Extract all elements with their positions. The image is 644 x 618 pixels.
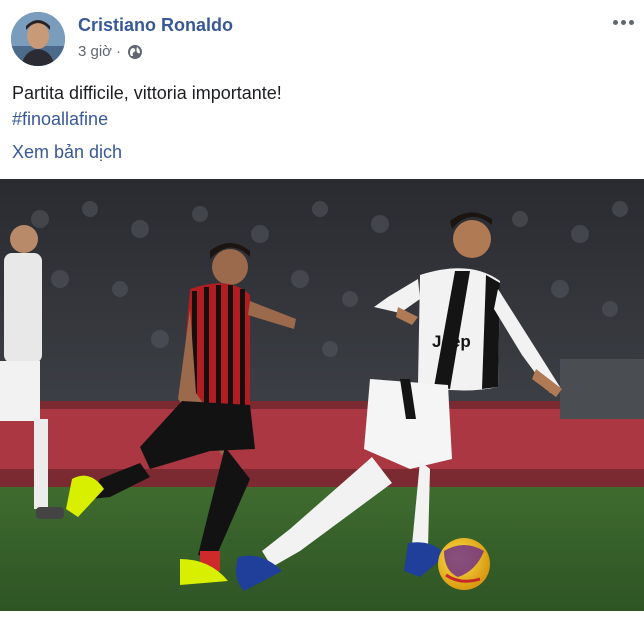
post-header: Cristiano Ronaldo 3 giờ · xyxy=(0,0,644,70)
football-match-photo-icon: Jeep xyxy=(0,179,644,611)
post-caption: Partita difficile, vittoria importante! … xyxy=(12,80,282,132)
see-translation-link[interactable]: Xem bản dịch xyxy=(12,142,122,163)
hashtag-link[interactable]: #finoallafine xyxy=(12,106,282,132)
post-meta: 3 giờ · xyxy=(78,43,143,60)
caption-text: Partita difficile, vittoria importante! xyxy=(12,83,282,103)
jersey-sponsor-text: Jeep xyxy=(432,332,471,351)
facebook-post: Cristiano Ronaldo 3 giờ · Partita diffic… xyxy=(0,0,644,618)
more-options-icon[interactable] xyxy=(610,12,636,32)
author-name[interactable]: Cristiano Ronaldo xyxy=(78,15,233,36)
globe-icon[interactable] xyxy=(127,44,143,60)
author-avatar[interactable] xyxy=(11,12,65,66)
avatar-photo-icon xyxy=(11,12,65,66)
meta-separator: · xyxy=(116,43,122,60)
post-timestamp[interactable]: 3 giờ xyxy=(78,43,112,60)
post-photo[interactable]: Jeep xyxy=(0,179,644,611)
